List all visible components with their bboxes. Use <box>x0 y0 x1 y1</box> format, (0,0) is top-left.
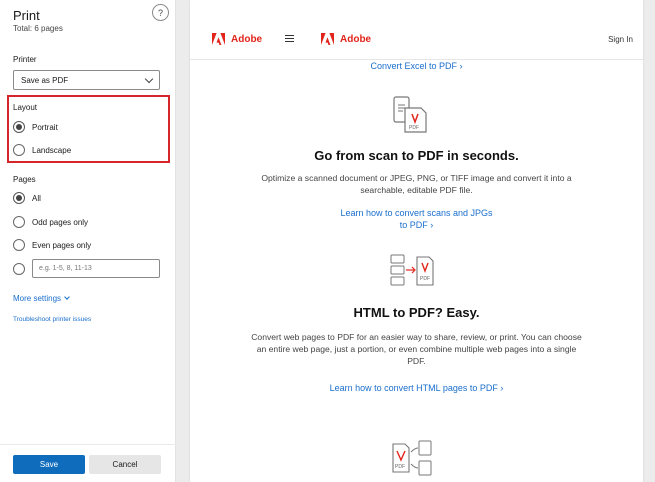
html-body-line3: PDF. <box>407 356 426 366</box>
svg-text:PDF: PDF <box>409 125 419 131</box>
radio-landscape[interactable] <box>13 144 25 156</box>
sign-in-link[interactable]: Sign In <box>608 35 633 44</box>
svg-text:PDF: PDF <box>395 464 405 470</box>
print-window: Print Total: 6 pages ? Printer Save as P… <box>0 0 655 482</box>
adobe-logo-icon <box>212 33 225 45</box>
svg-text:PDF: PDF <box>420 276 430 282</box>
pages-option-custom[interactable]: e.g. 1-5, 8, 11-13 <box>13 259 160 278</box>
html-body-line1: Convert web pages to PDF for an easier w… <box>251 332 582 342</box>
layout-option-label: Landscape <box>32 145 72 155</box>
more-settings-link[interactable]: More settings <box>13 294 70 303</box>
printer-select-value: Save as PDF <box>21 75 69 85</box>
radio-portrait[interactable] <box>13 121 25 133</box>
dialog-title: Print <box>13 8 40 23</box>
custom-range-input[interactable]: e.g. 1-5, 8, 11-13 <box>32 259 160 278</box>
pages-option-even[interactable]: Even pages only <box>13 239 91 251</box>
radio-custom[interactable] <box>13 262 25 275</box>
pages-option-odd[interactable]: Odd pages only <box>13 216 88 228</box>
printer-select[interactable]: Save as PDF <box>13 70 160 90</box>
pages-option-label: All <box>32 193 41 203</box>
scan-learn-link-line2[interactable]: to PDF › <box>190 220 643 230</box>
adobe-logo-right[interactable]: Adobe <box>321 33 371 45</box>
layout-option-landscape[interactable]: Landscape <box>13 144 71 156</box>
html-to-pdf-icon: PDF <box>390 254 434 286</box>
chevron-down-icon <box>64 294 70 300</box>
pages-label: Pages <box>13 175 36 184</box>
scan-learn-link-line1[interactable]: Learn how to convert scans and JPGs <box>190 208 643 218</box>
layout-option-label: Portrait <box>32 122 58 132</box>
layout-option-portrait[interactable]: Portrait <box>13 121 58 133</box>
html-heading: HTML to PDF? Easy. <box>353 305 480 320</box>
scan-heading: Go from scan to PDF in seconds. <box>314 148 519 163</box>
layout-label: Layout <box>13 103 38 112</box>
convert-excel-link[interactable]: Convert Excel to PDF › <box>190 61 643 71</box>
adobe-logo-left[interactable]: Adobe <box>212 33 262 45</box>
printer-label: Printer <box>13 55 37 64</box>
help-button[interactable]: ? <box>152 4 169 21</box>
pdf-convert-icon: PDF <box>392 440 432 476</box>
custom-range-placeholder: e.g. 1-5, 8, 11-13 <box>39 265 92 272</box>
more-settings-label: More settings <box>13 294 62 303</box>
print-preview-area[interactable]: Adobe Adobe Sign In Convert Excel to PDF… <box>176 0 655 482</box>
footer-divider <box>0 444 176 445</box>
scan-body-line1: Optimize a scanned document or JPEG, PNG… <box>261 173 572 183</box>
save-button[interactable]: Save <box>13 455 85 474</box>
pages-option-label: Even pages only <box>32 240 92 250</box>
phone-to-pdf-icon: PDF <box>393 96 427 133</box>
radio-all[interactable] <box>13 192 25 204</box>
chevron-down-icon <box>144 74 154 83</box>
hamburger-menu-icon[interactable] <box>285 35 294 44</box>
pages-option-label: Odd pages only <box>32 217 89 227</box>
page-count: Total: 6 pages <box>13 24 63 33</box>
adobe-logo-icon <box>321 33 334 45</box>
adobe-wordmark: Adobe <box>340 33 372 45</box>
radio-even[interactable] <box>13 239 25 251</box>
pages-option-all[interactable]: All <box>13 192 41 204</box>
scan-body-line2: searchable, editable PDF file. <box>360 185 473 195</box>
radio-odd[interactable] <box>13 216 25 228</box>
html-body-line2: an entire web page, just a portion, or e… <box>256 344 577 354</box>
adobe-header: Adobe Adobe Sign In <box>190 0 643 60</box>
cancel-button[interactable]: Cancel <box>89 455 161 474</box>
print-settings-panel: Print Total: 6 pages ? Printer Save as P… <box>0 0 176 482</box>
troubleshoot-link[interactable]: Troubleshoot printer issues <box>13 316 91 323</box>
preview-page: Adobe Adobe Sign In Convert Excel to PDF… <box>190 0 643 482</box>
html-learn-link[interactable]: Learn how to convert HTML pages to PDF › <box>190 383 643 393</box>
adobe-wordmark: Adobe <box>231 33 263 45</box>
